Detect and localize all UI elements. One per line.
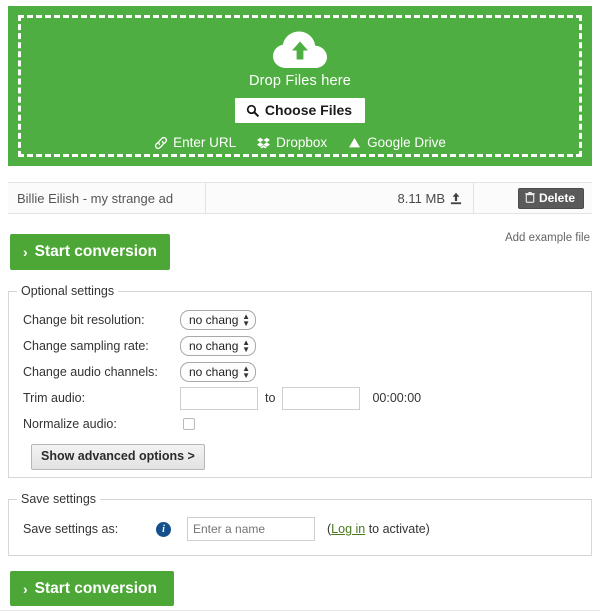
search-icon bbox=[246, 104, 259, 117]
add-example-file-link[interactable]: Add example file bbox=[505, 232, 590, 244]
google-drive-label: Google Drive bbox=[367, 135, 446, 150]
trim-to-word: to bbox=[265, 391, 275, 405]
log-in-link[interactable]: Log in bbox=[331, 522, 365, 536]
login-note-suffix: to activate) bbox=[365, 522, 430, 536]
choose-files-label: Choose Files bbox=[265, 103, 352, 117]
audio-channels-select-wrap: no change ▲▼ bbox=[180, 362, 256, 382]
settings-name-input[interactable] bbox=[187, 517, 315, 541]
login-note: (Log in to activate) bbox=[327, 522, 430, 536]
start-conversion-button-bottom[interactable]: › Start conversion bbox=[10, 571, 174, 606]
delete-button[interactable]: Delete bbox=[518, 188, 584, 209]
file-size-label: 8.11 MB bbox=[398, 191, 445, 206]
trim-audio-row: Trim audio: to 00:00:00 bbox=[23, 386, 591, 410]
dropzone-dashed-border: Drop Files here Choose Files Enter URL bbox=[18, 15, 582, 157]
save-settings-label: Save settings as: bbox=[23, 522, 156, 536]
link-icon bbox=[154, 136, 168, 150]
trim-audio-label: Trim audio: bbox=[23, 391, 180, 405]
trim-start-input[interactable] bbox=[180, 387, 258, 410]
dropbox-label: Dropbox bbox=[276, 135, 327, 150]
page-bottom-divider bbox=[0, 610, 600, 611]
audio-channels-select[interactable]: no change bbox=[180, 362, 256, 382]
optional-settings-legend: Optional settings bbox=[17, 284, 118, 298]
enter-url-label: Enter URL bbox=[173, 135, 236, 150]
trash-icon bbox=[525, 192, 535, 203]
dropbox-icon bbox=[256, 136, 271, 150]
cloud-upload-icon bbox=[271, 28, 329, 70]
audio-channels-row: Change audio channels: no change ▲▼ bbox=[23, 360, 591, 384]
chevron-right-icon: › bbox=[23, 245, 28, 259]
normalize-audio-label: Normalize audio: bbox=[23, 417, 180, 431]
bit-resolution-select[interactable]: no change bbox=[180, 310, 256, 330]
file-name: Billie Eilish - my strange ad bbox=[8, 183, 206, 213]
show-advanced-options-button[interactable]: Show advanced options > bbox=[31, 444, 205, 470]
start-conversion-button-top[interactable]: › Start conversion bbox=[10, 234, 170, 270]
sampling-rate-label: Change sampling rate: bbox=[23, 339, 180, 353]
optional-settings-section: Optional settings Change bit resolution:… bbox=[8, 284, 592, 478]
sampling-rate-row: Change sampling rate: no change ▲▼ bbox=[23, 334, 591, 358]
normalize-audio-row: Normalize audio: bbox=[23, 412, 591, 436]
start-conversion-label-top: Start conversion bbox=[35, 244, 157, 260]
start-conversion-label-bottom: Start conversion bbox=[35, 581, 157, 597]
optional-settings-rows: Change bit resolution: no change ▲▼ Chan… bbox=[9, 298, 591, 470]
audio-channels-label: Change audio channels: bbox=[23, 365, 180, 379]
bit-resolution-row: Change bit resolution: no change ▲▼ bbox=[23, 308, 591, 332]
sampling-rate-select[interactable]: no change bbox=[180, 336, 256, 356]
normalize-audio-checkbox[interactable] bbox=[183, 418, 195, 430]
sampling-rate-select-wrap: no change ▲▼ bbox=[180, 336, 256, 356]
save-settings-legend: Save settings bbox=[17, 492, 100, 506]
google-drive-link[interactable]: Google Drive bbox=[347, 135, 446, 150]
bit-resolution-label: Change bit resolution: bbox=[23, 313, 180, 327]
google-drive-icon bbox=[347, 136, 362, 150]
chevron-right-icon: › bbox=[23, 582, 28, 596]
delete-label: Delete bbox=[539, 192, 575, 204]
file-row: Billie Eilish - my strange ad 8.11 MB De… bbox=[8, 182, 592, 214]
dropbox-link[interactable]: Dropbox bbox=[256, 135, 327, 150]
file-size-cell: 8.11 MB bbox=[206, 183, 474, 213]
choose-files-button[interactable]: Choose Files bbox=[235, 98, 365, 123]
enter-url-link[interactable]: Enter URL bbox=[154, 135, 236, 150]
trim-end-input[interactable] bbox=[282, 387, 360, 410]
drop-files-text: Drop Files here bbox=[249, 73, 351, 89]
file-action-cell: Delete bbox=[474, 183, 592, 213]
info-icon[interactable]: i bbox=[156, 522, 171, 537]
trim-duration-value: 00:00:00 bbox=[372, 391, 421, 405]
file-dropzone[interactable]: Drop Files here Choose Files Enter URL bbox=[8, 6, 592, 166]
converter-page: Drop Files here Choose Files Enter URL bbox=[0, 0, 600, 613]
save-settings-row: Save settings as: i (Log in to activate) bbox=[9, 506, 591, 541]
upload-icon bbox=[450, 192, 462, 205]
dropzone-source-links: Enter URL Dropbox Go bbox=[154, 135, 446, 150]
bit-resolution-select-wrap: no change ▲▼ bbox=[180, 310, 256, 330]
save-settings-section: Save settings Save settings as: i (Log i… bbox=[8, 492, 592, 556]
